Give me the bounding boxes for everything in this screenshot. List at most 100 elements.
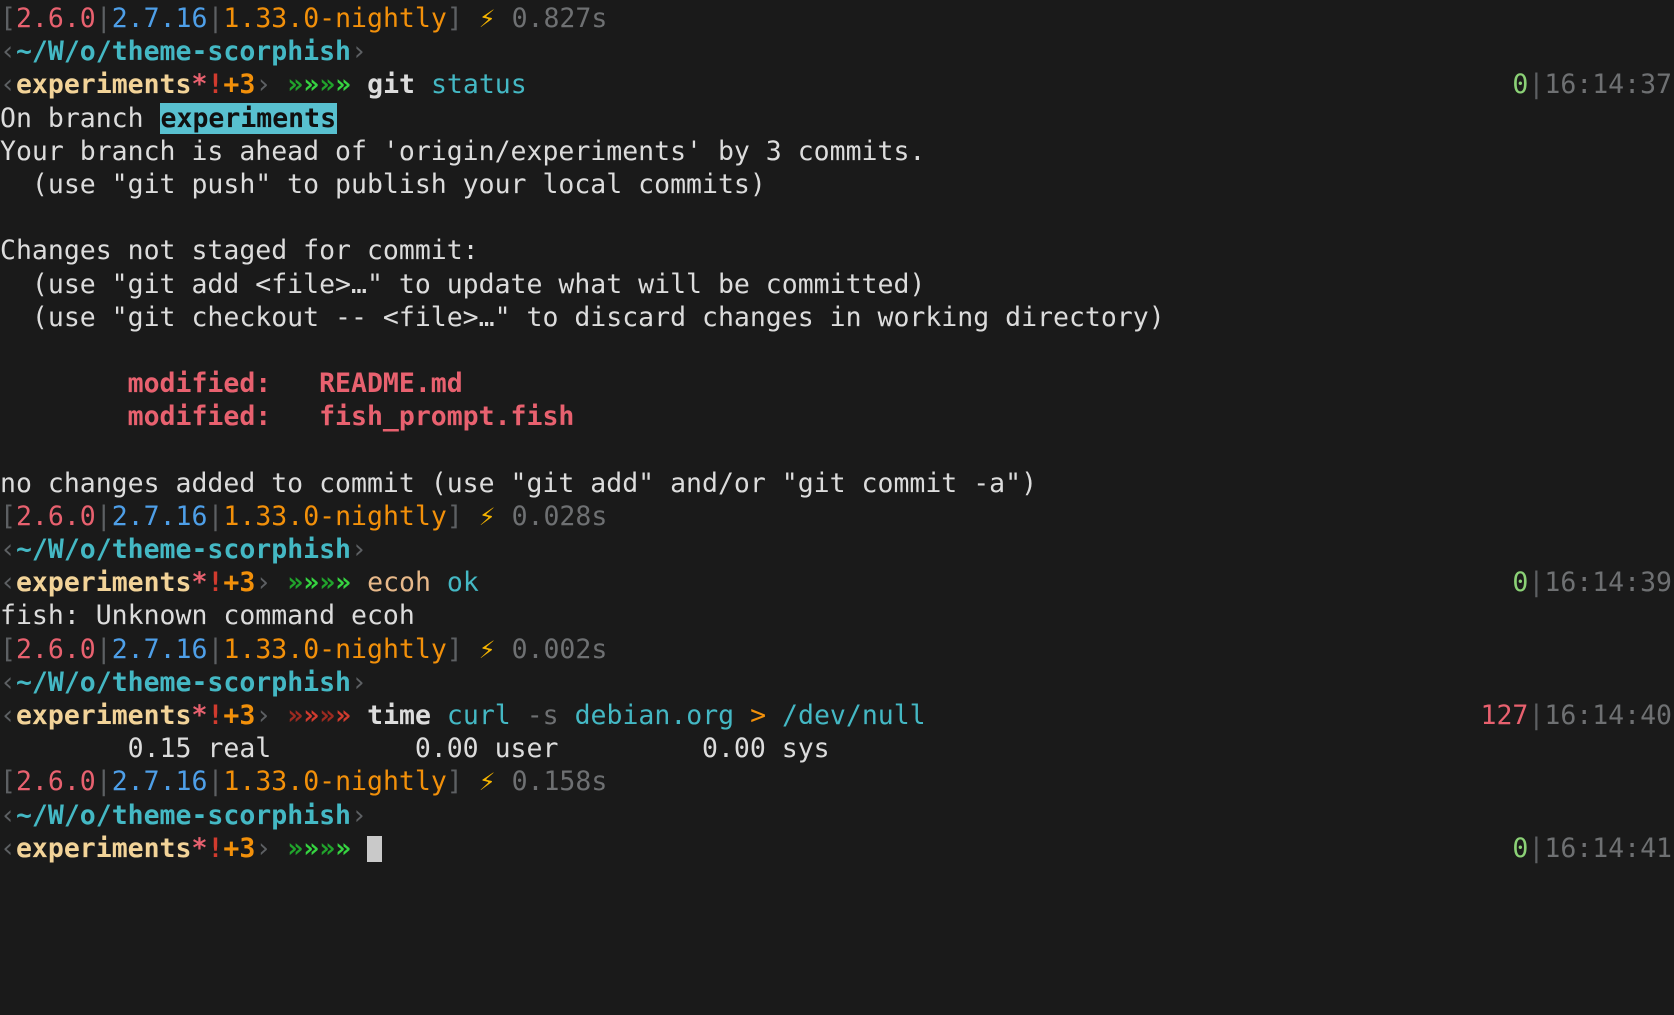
command-timestamp: 16:14:41 (1544, 832, 1672, 864)
bracket-open: [ (0, 633, 16, 665)
output-line: modified: fish_prompt.fish (0, 400, 1674, 433)
status-separator: | (1528, 69, 1545, 101)
exit-status-code: 127 (1480, 699, 1529, 731)
angle-bracket-open-icon: ‹ (0, 567, 16, 599)
command-duration: 0.028s (511, 500, 608, 532)
version-separator: | (95, 766, 112, 798)
command-token-2: curl (446, 699, 511, 731)
bracket-open: [ (0, 766, 16, 798)
version-separator: | (95, 500, 112, 532)
angle-bracket-open-icon: ‹ (0, 36, 16, 68)
angle-bracket-open-icon: ‹ (0, 534, 16, 565)
git-dirty-indicator: * (191, 832, 208, 864)
angle-bracket-open-icon: ‹ (0, 69, 16, 101)
prompt-path-line: ‹~/W/o/theme-scorphish› (0, 533, 1674, 566)
output-line (0, 334, 1674, 367)
lightning-bolt-icon: ⚡ (478, 502, 496, 531)
lightning-bolt-icon: ⚡ (478, 768, 496, 797)
git-dirty-indicator: * (191, 69, 208, 101)
blank-spacer (0, 434, 16, 465)
version-separator: | (207, 766, 224, 798)
prompt-status-right: 0|16:14:41 (1512, 832, 1672, 865)
python-version: 2.7.16 (111, 3, 208, 34)
angle-bracket-close-icon: › (255, 69, 272, 101)
lightning-bolt-icon: ⚡ (478, 5, 496, 33)
git-ahead-count: +3 (223, 699, 256, 731)
angle-bracket-close-icon: › (255, 567, 272, 599)
chevron-icon: » (335, 699, 352, 731)
output-line: fish: Unknown command ecoh (0, 599, 1674, 632)
prompt-command-line[interactable]: ‹experiments*!+3› »»»» time curl -s debi… (0, 699, 1674, 732)
git-dirty-indicator: * (191, 699, 208, 731)
output-segment-0: (use "git add <file>…" to update what wi… (0, 268, 926, 300)
bracket-close: ] (446, 766, 463, 798)
prompt-command-line[interactable]: ‹experiments*!+3› »»»» 0|16:14:41 (0, 832, 1674, 865)
chevron-icon: » (335, 832, 352, 864)
output-segment-0: no changes added to commit (use "git add… (0, 467, 1038, 499)
version-separator: | (207, 3, 224, 34)
command-token-1 (431, 567, 447, 598)
git-branch-name: experiments (15, 832, 192, 864)
angle-bracket-open-icon: ‹ (0, 799, 16, 831)
text-cursor[interactable] (367, 835, 383, 862)
git-ahead-count: +3 (223, 69, 256, 101)
exit-status-code: 0 (1512, 832, 1529, 864)
version-separator: | (95, 3, 112, 34)
python-version: 2.7.16 (111, 633, 208, 665)
working-directory-path: ~/W/o/theme-scorphish (15, 799, 352, 831)
prompt-command-line[interactable]: ‹experiments*!+3› »»»» git status 0|16:14… (0, 68, 1674, 101)
working-directory-path: ~/W/o/theme-scorphish (15, 666, 352, 698)
output-segment-0: Your branch is ahead of 'origin/experime… (0, 135, 926, 167)
command-timestamp: 16:14:39 (1544, 567, 1672, 599)
git-branch-name: experiments (15, 699, 192, 731)
bracket-close: ] (446, 633, 463, 665)
prompt-chevrons-icon: »»»» (287, 700, 351, 731)
prompt-chevrons-icon: »»»» (287, 69, 351, 100)
prompt-path-line: ‹~/W/o/theme-scorphish› (0, 666, 1674, 699)
chevron-icon: » (287, 567, 304, 599)
git-branch-name: experiments (15, 567, 192, 599)
command-token-2: status (430, 69, 527, 101)
command-duration: 0.827s (511, 3, 608, 34)
angle-bracket-close-icon: › (351, 666, 367, 698)
terminal-screen[interactable]: [2.6.0|2.7.16|1.33.0-nightly] ⚡ 0.827s ‹~… (0, 0, 1674, 865)
output-segment-0: Changes not staged for commit: (0, 235, 479, 267)
output-segment-0: fish: Unknown command ecoh (0, 600, 415, 632)
angle-bracket-close-icon: › (351, 799, 367, 831)
output-segment-0: (use "git checkout -- <file>…" to discar… (0, 301, 1165, 333)
output-line: On branch experiments (0, 102, 1674, 135)
chevron-icon: » (319, 699, 336, 731)
prompt-path-line: ‹~/W/o/theme-scorphish› (0, 799, 1674, 832)
angle-bracket-close-icon: › (351, 36, 367, 68)
working-directory-path: ~/W/o/theme-scorphish (15, 534, 352, 565)
working-directory-path: ~/W/o/theme-scorphish (15, 36, 352, 68)
chevron-icon: » (335, 567, 352, 599)
status-separator: | (1528, 567, 1545, 599)
output-line: modified: README.md (0, 367, 1674, 400)
highlighted-branch-name: experiments (159, 102, 338, 134)
command-token-10: /dev/null (782, 699, 926, 731)
output-line (0, 433, 1674, 466)
angle-bracket-open-icon: ‹ (0, 832, 16, 864)
angle-bracket-close-icon: › (255, 832, 272, 864)
bracket-close: ] (446, 3, 463, 34)
version-separator: | (95, 633, 112, 665)
exit-status-code: 0 (1512, 69, 1529, 101)
output-line: Changes not staged for commit: (0, 234, 1674, 267)
chevron-icon: » (319, 69, 336, 101)
command-token-9 (766, 700, 782, 731)
python-version: 2.7.16 (111, 766, 208, 798)
command-timestamp: 16:14:37 (1544, 69, 1672, 101)
command-token-4: -s (526, 699, 559, 731)
prompt-command-line[interactable]: ‹experiments*!+3› »»»» ecoh ok 0|16:14:39 (0, 566, 1674, 599)
